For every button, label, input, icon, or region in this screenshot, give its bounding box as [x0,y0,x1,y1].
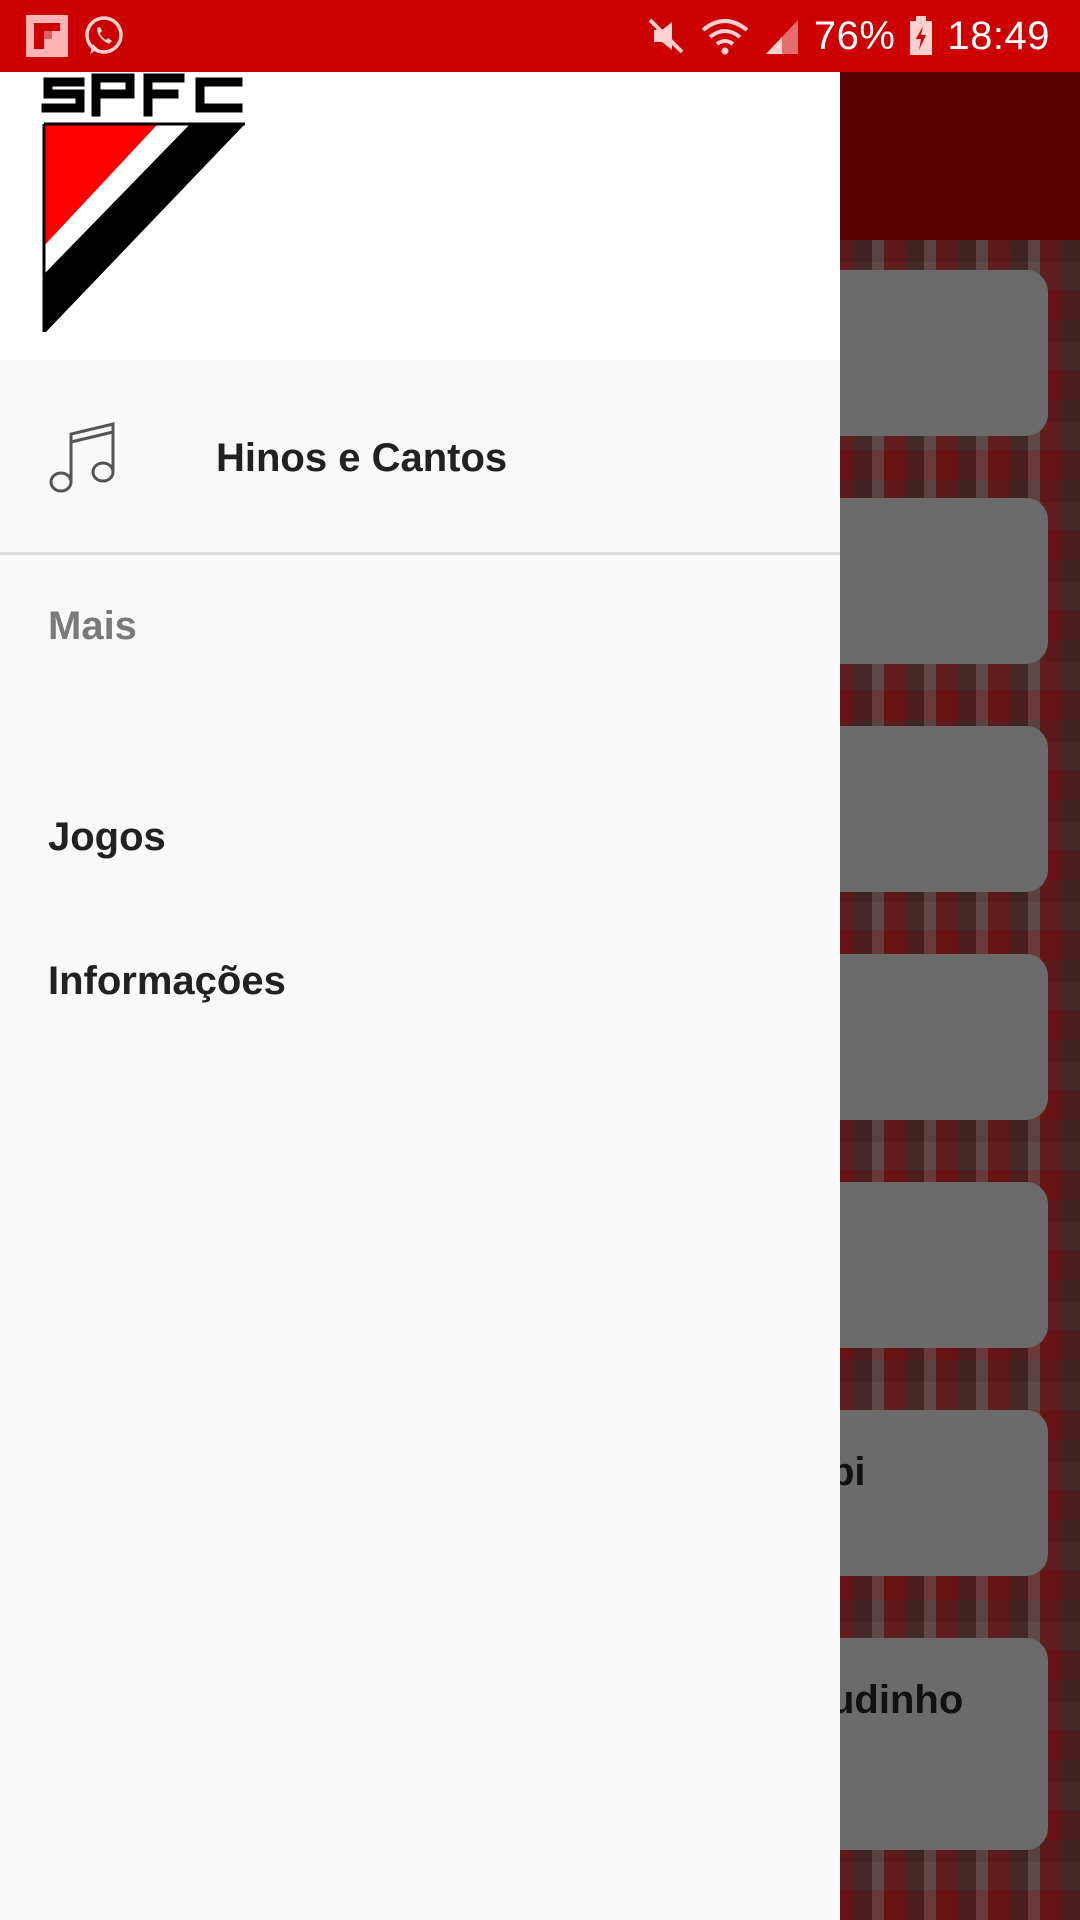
navigation-drawer: Hinos e Cantos Mais Jogos Informações [0,72,840,1920]
drawer-header [0,72,840,360]
menu-item-label: Hinos e Cantos [216,436,508,480]
clock: 18:49 [947,13,1050,58]
menu-item-label: Informações [48,959,286,1003]
divider [0,552,840,555]
wifi-icon [700,16,750,56]
mute-icon [646,16,686,56]
menu-item-hinos-e-cantos[interactable]: Hinos e Cantos [0,362,840,554]
battery-charging-icon [909,16,933,56]
spfc-logo [41,73,245,332]
signal-icon [764,16,800,56]
music-note-icon [49,422,115,493]
menu-item-label: Jogos [48,815,166,859]
flipboard-icon [26,15,68,57]
status-bar: 76% 18:49 [0,0,1080,72]
battery-percent: 76% [813,13,896,58]
section-header-mais: Mais [48,604,137,648]
menu-item-informacoes[interactable]: Informações [0,916,840,1046]
menu-item-jogos[interactable]: Jogos [0,772,840,902]
whatsapp-icon [82,14,126,58]
